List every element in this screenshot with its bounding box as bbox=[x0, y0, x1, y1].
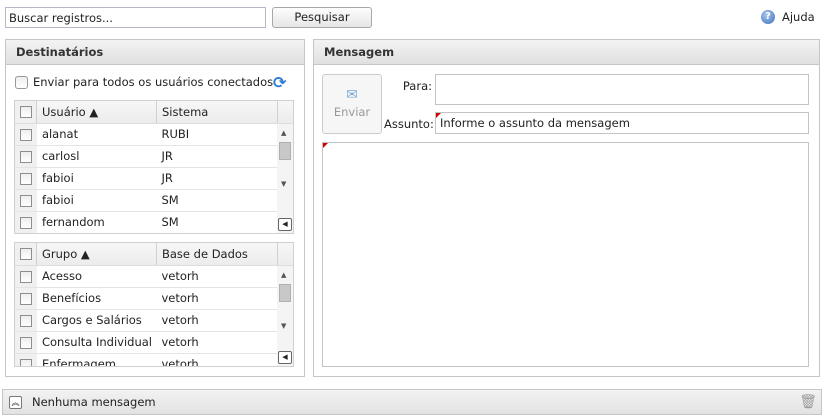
table-row[interactable]: fabioi JR bbox=[15, 168, 277, 190]
table-row[interactable]: Benefícios vetorh bbox=[15, 288, 277, 310]
cell: alanat bbox=[41, 127, 79, 141]
help-icon: ? bbox=[761, 10, 775, 24]
search-input[interactable] bbox=[5, 7, 266, 28]
table-row[interactable]: Enfermagem vetorh bbox=[15, 354, 277, 366]
search-button[interactable]: Pesquisar bbox=[272, 7, 372, 28]
cell: carlosl bbox=[41, 149, 80, 163]
table-row[interactable]: Acesso vetorh bbox=[15, 266, 277, 288]
cell: Enfermagem bbox=[41, 357, 116, 366]
cell: vetorh bbox=[161, 357, 199, 366]
scroll-left-icon[interactable]: ◀ bbox=[278, 351, 292, 364]
scroll-left-icon[interactable]: ◀ bbox=[278, 218, 292, 231]
to-label: Para: bbox=[402, 79, 432, 93]
send-button[interactable]: ✉ Enviar bbox=[322, 74, 382, 134]
users-grid: Usuário ▲ Sistema alanat RUBI carlosl JR fab… bbox=[14, 100, 294, 234]
cell: SM bbox=[161, 215, 179, 229]
refresh-icon[interactable]: ⟳ bbox=[273, 73, 286, 92]
select-all-users-checkbox[interactable] bbox=[20, 106, 32, 118]
groups-scrollbar[interactable]: ▲ ▼ ◀ bbox=[277, 266, 293, 366]
row-checkbox[interactable] bbox=[20, 216, 32, 229]
groups-grid: Grupo ▲ Base de Dados Acesso vetorh Benefí… bbox=[14, 242, 294, 367]
trash-icon[interactable]: 🗑 bbox=[799, 394, 817, 410]
table-row[interactable]: carlosl JR bbox=[15, 146, 277, 168]
subject-label: Assunto: bbox=[384, 117, 434, 131]
row-checkbox[interactable] bbox=[20, 292, 32, 305]
cell: vetorh bbox=[161, 335, 199, 349]
cell: Consulta Individual bbox=[41, 335, 152, 349]
cell: Benefícios bbox=[41, 291, 102, 305]
message-body-textarea[interactable] bbox=[322, 142, 809, 367]
send-label: Enviar bbox=[333, 105, 371, 119]
column-header-system[interactable]: Sistema bbox=[157, 101, 278, 123]
row-checkbox[interactable] bbox=[20, 150, 32, 163]
select-all-groups-checkbox[interactable] bbox=[20, 248, 32, 260]
status-text: Nenhuma mensagem bbox=[32, 395, 156, 409]
send-all-label: Enviar para todos os usuários conectados bbox=[33, 75, 274, 89]
message-title: Mensagem bbox=[314, 40, 819, 65]
send-mail-icon: ✉ bbox=[346, 87, 358, 103]
help-label: Ajuda bbox=[782, 10, 815, 24]
row-checkbox[interactable] bbox=[20, 194, 32, 207]
cell: Acesso bbox=[41, 269, 83, 283]
row-checkbox[interactable] bbox=[20, 128, 32, 141]
cell: RUBI bbox=[161, 127, 190, 141]
row-checkbox[interactable] bbox=[20, 358, 32, 366]
row-checkbox[interactable] bbox=[20, 172, 32, 185]
table-row[interactable]: Cargos e Salários vetorh bbox=[15, 310, 277, 332]
cell: fabioi bbox=[41, 193, 74, 207]
recipients-title: Destinatários bbox=[6, 40, 304, 65]
checkbox[interactable] bbox=[15, 75, 28, 89]
cell: vetorh bbox=[161, 269, 199, 283]
cell: vetorh bbox=[161, 291, 199, 305]
table-row[interactable]: fabioi SM bbox=[15, 190, 277, 212]
table-row[interactable]: alanat RUBI bbox=[15, 124, 277, 146]
cell: Cargos e Salários bbox=[41, 313, 142, 327]
table-row[interactable]: fernandom SM bbox=[15, 212, 277, 233]
row-checkbox[interactable] bbox=[20, 314, 32, 327]
to-input[interactable] bbox=[435, 74, 809, 105]
send-all-checkbox[interactable]: Enviar para todos os usuários conectados bbox=[15, 75, 273, 89]
cell: fabioi bbox=[41, 171, 74, 185]
table-row[interactable]: Consulta Individual vetorh bbox=[15, 332, 277, 354]
subject-input[interactable]: Informe o assunto da mensagem bbox=[435, 112, 809, 134]
cell: SM bbox=[161, 193, 179, 207]
users-scrollbar[interactable]: ▲ ▼ ◀ bbox=[277, 124, 293, 233]
cell: JR bbox=[161, 171, 173, 185]
message-panel: Mensagem ✉ Enviar Para: Assunto: Informe… bbox=[313, 39, 820, 377]
column-header-group[interactable]: Grupo ▲ bbox=[37, 243, 157, 265]
cell: JR bbox=[161, 149, 173, 163]
column-header-user[interactable]: Usuário ▲ bbox=[37, 101, 157, 123]
status-bar: ︽ Nenhuma mensagem 🗑 bbox=[2, 389, 822, 415]
expand-icon[interactable]: ︽ bbox=[9, 395, 22, 409]
column-header-database[interactable]: Base de Dados bbox=[157, 243, 278, 265]
recipients-panel: Destinatários Enviar para todos os usuár… bbox=[5, 39, 305, 377]
cell: fernandom bbox=[41, 215, 105, 229]
cell: vetorh bbox=[161, 313, 199, 327]
help-link[interactable]: ? Ajuda bbox=[761, 10, 815, 24]
row-checkbox[interactable] bbox=[20, 336, 32, 349]
row-checkbox[interactable] bbox=[20, 270, 32, 283]
